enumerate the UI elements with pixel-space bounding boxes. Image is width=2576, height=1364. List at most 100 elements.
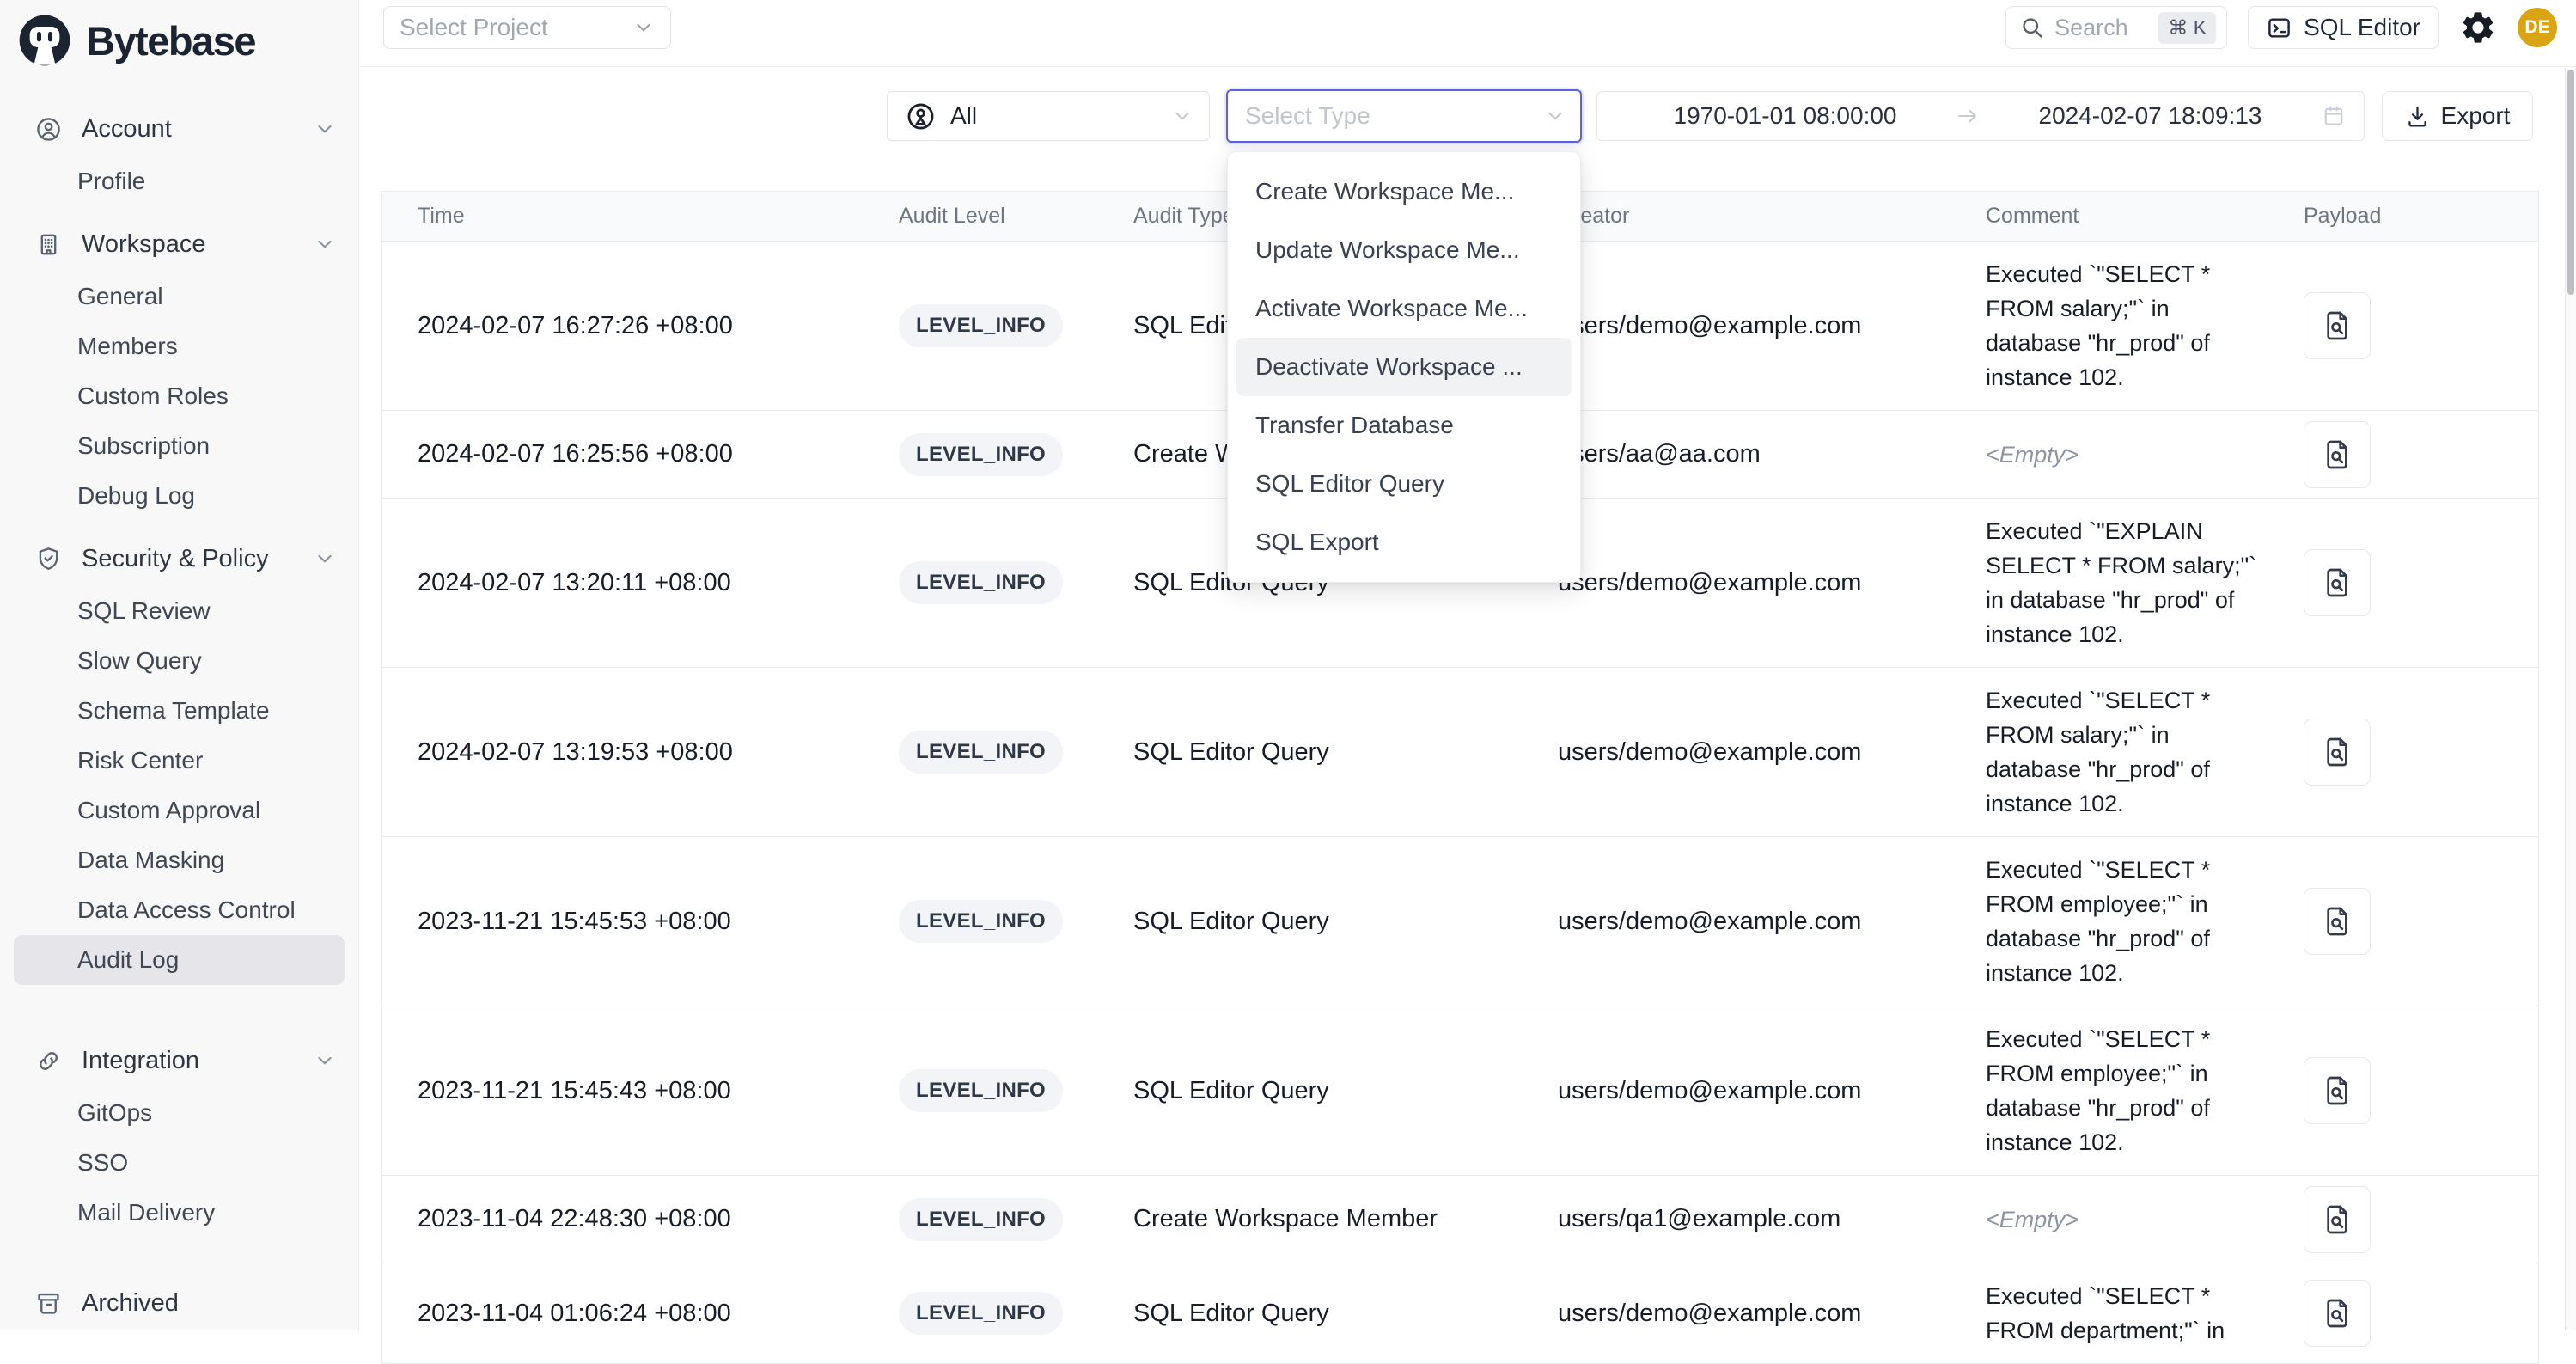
type-menu-item-deactivate-workspace[interactable]: Deactivate Workspace ... <box>1236 338 1572 396</box>
file-search-icon <box>2320 735 2354 769</box>
sidebar-item-slow-query[interactable]: Slow Query <box>14 636 345 686</box>
date-range-picker[interactable]: 1970-01-01 08:00:00 2024-02-07 18:09:13 <box>1596 91 2365 141</box>
calendar-icon <box>2321 103 2347 129</box>
view-payload-button[interactable] <box>2304 719 2371 786</box>
view-payload-button[interactable] <box>2304 292 2371 359</box>
type-menu-item-update-workspace-me[interactable]: Update Workspace Me... <box>1236 221 1572 279</box>
select-project-placeholder: Select Project <box>400 14 548 41</box>
export-label: Export <box>2441 102 2511 130</box>
creator-filter-value: All <box>950 102 977 130</box>
user-avatar[interactable]: DE <box>2518 8 2557 47</box>
file-search-icon <box>2320 309 2354 343</box>
arrow-right-icon <box>1956 104 1980 128</box>
sidebar-section-workspace[interactable]: Workspace <box>14 217 345 272</box>
sidebar-section-integration[interactable]: Integration <box>14 1033 345 1088</box>
settings-gear-icon[interactable] <box>2459 9 2497 46</box>
type-menu-item-sql-export[interactable]: SQL Export <box>1236 513 1572 572</box>
type-menu-item-transfer-database[interactable]: Transfer Database <box>1236 396 1572 455</box>
table-row: 2023-11-04 01:06:24 +08:00 LEVEL_INFO SQ… <box>382 1263 2538 1364</box>
export-button[interactable]: Export <box>2382 91 2533 141</box>
view-payload-button[interactable] <box>2304 1057 2371 1124</box>
sidebar-item-sql-review[interactable]: SQL Review <box>14 586 345 636</box>
type-menu-item-sql-editor-query[interactable]: SQL Editor Query <box>1236 455 1572 513</box>
view-payload-button[interactable] <box>2304 421 2371 488</box>
chevron-down-icon <box>314 118 336 140</box>
audit-type: SQL Editor Query <box>1133 738 1558 767</box>
sidebar-item-archived[interactable]: Archived <box>14 1275 345 1330</box>
view-payload-button[interactable] <box>2304 1280 2371 1347</box>
sql-editor-button[interactable]: SQL Editor <box>2248 6 2439 49</box>
chevron-down-icon <box>314 233 336 255</box>
table-row: 2024-02-07 13:19:53 +08:00 LEVEL_INFO SQ… <box>382 668 2538 837</box>
audit-comment: <Empty> <box>1986 1187 2261 1252</box>
audit-creator: users/demo@example.com <box>1558 569 1986 597</box>
audit-comment: Executed `"SELECT * FROM salary;"` in da… <box>1986 668 2261 836</box>
sidebar-item-custom-roles[interactable]: Custom Roles <box>14 371 345 421</box>
search-shortcut-badge: ⌘ K <box>2158 12 2216 44</box>
vertical-scrollbar[interactable] <box>2565 68 2576 1330</box>
download-icon <box>2405 104 2430 129</box>
sidebar-item-data-masking[interactable]: Data Masking <box>14 835 345 885</box>
audit-creator: users/demo@example.com <box>1558 1077 1986 1105</box>
audit-type: SQL Editor Query <box>1133 908 1558 936</box>
audit-comment: Executed `"SELECT * FROM department;"` i… <box>1986 1263 2261 1363</box>
type-menu-item-activate-workspace-me[interactable]: Activate Workspace Me... <box>1236 279 1572 338</box>
column-header-payload: Payload <box>2304 204 2538 229</box>
type-menu-item-create-workspace-me[interactable]: Create Workspace Me... <box>1236 162 1572 221</box>
sidebar-item-audit-log[interactable]: Audit Log <box>14 935 345 985</box>
sidebar-item-profile[interactable]: Profile <box>14 156 345 206</box>
table-row: 2023-11-21 15:45:43 +08:00 LEVEL_INFO SQ… <box>382 1006 2538 1176</box>
file-search-icon <box>2320 566 2354 600</box>
sidebar-section-account[interactable]: Account <box>14 101 345 156</box>
creator-filter-dropdown[interactable]: All <box>887 91 1210 141</box>
sidebar-item-mail-delivery[interactable]: Mail Delivery <box>14 1188 345 1238</box>
sidebar-item-data-access-control[interactable]: Data Access Control <box>14 885 345 935</box>
sidebar-item-debug-log[interactable]: Debug Log <box>14 471 345 521</box>
brand-wordmark: Bytebase <box>86 17 255 64</box>
sidebar-item-general[interactable]: General <box>14 272 345 321</box>
file-search-icon <box>2320 1296 2354 1330</box>
type-filter-dropdown[interactable]: Select Type <box>1226 89 1582 143</box>
sidebar-item-gitops[interactable]: GitOps <box>14 1088 345 1138</box>
link-icon <box>34 1047 63 1075</box>
chevron-down-icon <box>632 16 655 39</box>
audit-level-badge: LEVEL_INFO <box>899 433 1063 476</box>
chevron-down-icon <box>314 547 336 570</box>
select-project-dropdown[interactable]: Select Project <box>383 6 671 49</box>
sidebar-item-sso[interactable]: SSO <box>14 1138 345 1188</box>
column-header-audit-level: Audit Level <box>899 204 1133 229</box>
archive-icon <box>34 1289 63 1318</box>
sidebar-section-label: Archived <box>82 1289 179 1318</box>
sidebar-section-label: Workspace <box>82 230 206 259</box>
file-search-icon <box>2320 904 2354 939</box>
table-row: 2023-11-04 22:48:30 +08:00 LEVEL_INFO Cr… <box>382 1176 2538 1263</box>
search-input[interactable]: Search ⌘ K <box>2005 6 2227 49</box>
sidebar-item-schema-template[interactable]: Schema Template <box>14 686 345 736</box>
person-filter-icon <box>905 101 937 132</box>
column-header-creator: Creator <box>1558 204 1986 229</box>
sidebar-section-security-policy[interactable]: Security & Policy <box>14 531 345 586</box>
chevron-down-icon <box>1171 105 1193 127</box>
sidebar-item-risk-center[interactable]: Risk Center <box>14 736 345 786</box>
sidebar-section-label: Security & Policy <box>82 545 269 573</box>
topbar: Select Project Search ⌘ K SQL Editor DE <box>360 0 2576 67</box>
audit-creator: users/demo@example.com <box>1558 1300 1986 1328</box>
column-header-comment: Comment <box>1986 204 2304 229</box>
audit-level-badge: LEVEL_INFO <box>899 731 1063 774</box>
sidebar-item-members[interactable]: Members <box>14 321 345 371</box>
audit-time: 2024-02-07 13:20:11 +08:00 <box>382 569 899 597</box>
audit-creator: users/qa1@example.com <box>1558 1205 1986 1233</box>
sidebar-item-subscription[interactable]: Subscription <box>14 421 345 471</box>
brand-logo[interactable]: Bytebase <box>0 0 358 72</box>
sidebar-item-custom-approval[interactable]: Custom Approval <box>14 786 345 835</box>
audit-level-badge: LEVEL_INFO <box>899 1198 1063 1241</box>
chevron-down-icon <box>314 1049 336 1072</box>
view-payload-button[interactable] <box>2304 1186 2371 1253</box>
view-payload-button[interactable] <box>2304 888 2371 955</box>
scrollbar-thumb[interactable] <box>2567 70 2574 295</box>
view-payload-button[interactable] <box>2304 549 2371 616</box>
audit-comment: <Empty> <box>1986 422 2261 487</box>
building-icon <box>34 230 63 259</box>
user-circle-icon <box>34 115 63 144</box>
audit-time: 2023-11-21 15:45:43 +08:00 <box>382 1077 899 1105</box>
